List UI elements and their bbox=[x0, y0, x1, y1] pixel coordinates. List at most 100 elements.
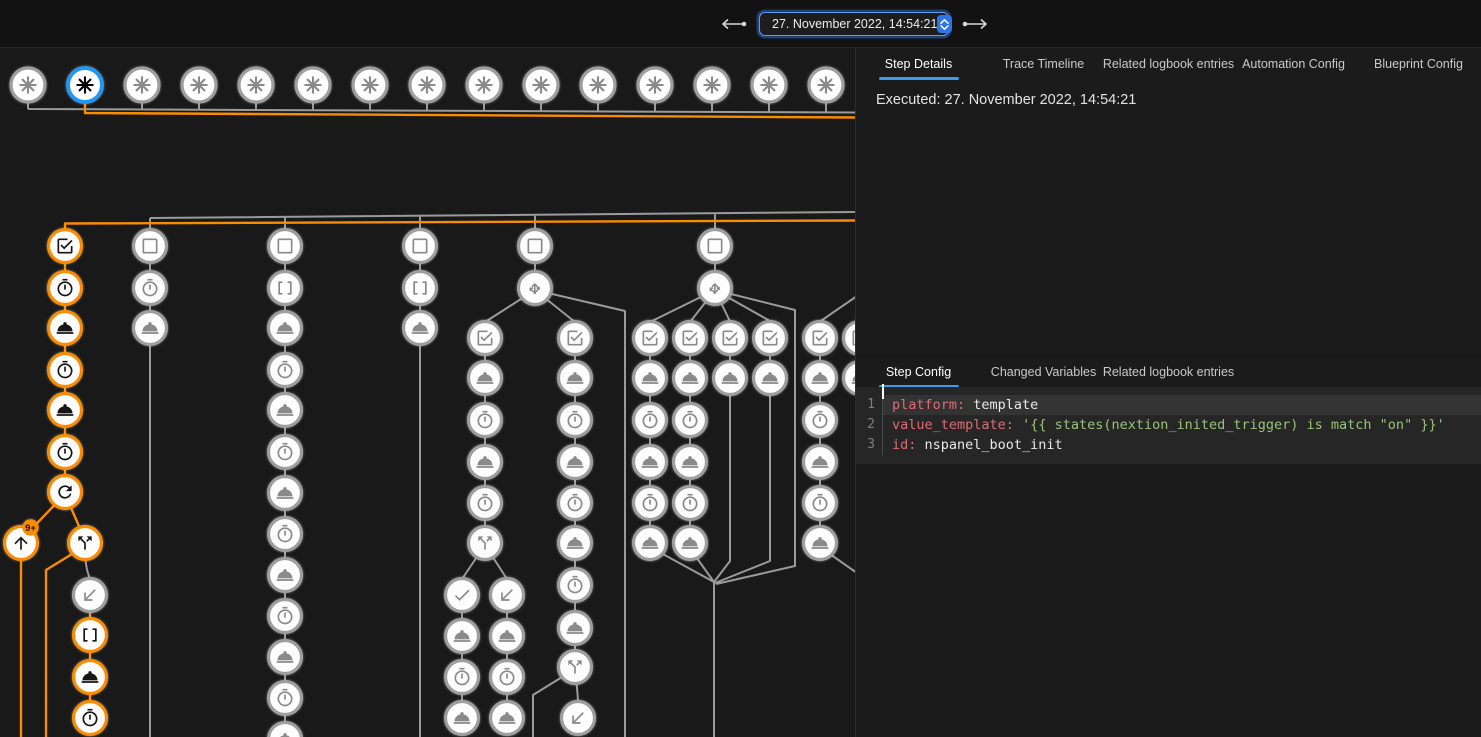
condition-node[interactable] bbox=[404, 230, 437, 263]
call-split-node[interactable] bbox=[469, 527, 502, 560]
service-call-node[interactable] bbox=[634, 446, 667, 479]
delay-node[interactable] bbox=[74, 702, 107, 735]
service-call-node[interactable] bbox=[269, 394, 302, 427]
trigger-node[interactable] bbox=[68, 68, 102, 102]
service-call-node[interactable] bbox=[674, 527, 707, 560]
service-call-node[interactable] bbox=[446, 620, 479, 653]
service-call-node[interactable] bbox=[491, 702, 524, 735]
delay-node[interactable] bbox=[469, 404, 502, 437]
service-call-node[interactable] bbox=[404, 312, 437, 345]
condition-pass-node[interactable] bbox=[559, 322, 592, 355]
service-call-node[interactable] bbox=[559, 612, 592, 645]
code-line[interactable]: 3id: nspanel_boot_init bbox=[856, 435, 1481, 455]
delay-node[interactable] bbox=[634, 487, 667, 520]
service-call-node[interactable] bbox=[74, 661, 107, 694]
trigger-node[interactable] bbox=[524, 68, 558, 102]
service-call-node[interactable] bbox=[559, 362, 592, 395]
delay-node[interactable] bbox=[559, 569, 592, 602]
service-call-node[interactable] bbox=[269, 723, 302, 737]
service-call-node[interactable] bbox=[559, 527, 592, 560]
next-trace-arrow-button[interactable] bbox=[961, 18, 989, 30]
tab-step-config[interactable]: Step Config bbox=[856, 356, 981, 388]
condition-pass-node[interactable] bbox=[49, 230, 82, 263]
tab-step-details[interactable]: Step Details bbox=[856, 48, 981, 80]
trigger-node[interactable] bbox=[239, 68, 273, 102]
condition-pass-node[interactable] bbox=[804, 322, 837, 355]
trigger-node[interactable] bbox=[353, 68, 387, 102]
choose-node[interactable] bbox=[519, 272, 552, 305]
trigger-node[interactable] bbox=[296, 68, 330, 102]
service-call-node[interactable] bbox=[469, 446, 502, 479]
condition-pass-node[interactable] bbox=[714, 322, 747, 355]
service-call-node[interactable] bbox=[804, 362, 837, 395]
service-call-node[interactable] bbox=[269, 312, 302, 345]
trigger-node[interactable] bbox=[695, 68, 729, 102]
call-split-node[interactable] bbox=[559, 651, 592, 684]
condition-node[interactable] bbox=[519, 230, 552, 263]
trigger-node[interactable] bbox=[410, 68, 444, 102]
return-node[interactable] bbox=[562, 702, 595, 735]
service-call-node[interactable] bbox=[634, 527, 667, 560]
trigger-node[interactable] bbox=[809, 68, 843, 102]
option-pass-node[interactable] bbox=[446, 579, 479, 612]
delay-node[interactable] bbox=[269, 682, 302, 715]
delay-node[interactable] bbox=[634, 404, 667, 437]
tab-changed-variables[interactable]: Changed Variables bbox=[981, 356, 1106, 388]
service-call-node[interactable] bbox=[491, 620, 524, 653]
condition-pass-node[interactable] bbox=[754, 322, 787, 355]
trigger-node[interactable] bbox=[467, 68, 501, 102]
condition-node[interactable] bbox=[269, 230, 302, 263]
service-call-node[interactable] bbox=[559, 446, 592, 479]
condition-node[interactable] bbox=[134, 230, 167, 263]
repeat-node[interactable] bbox=[49, 476, 82, 509]
previous-trace-arrow-button[interactable] bbox=[720, 18, 748, 30]
service-call-node[interactable] bbox=[804, 446, 837, 479]
condition-node[interactable] bbox=[699, 230, 732, 263]
delay-node[interactable] bbox=[269, 600, 302, 633]
service-call-node[interactable] bbox=[49, 312, 82, 345]
delay-node[interactable] bbox=[49, 272, 82, 305]
code-line[interactable]: 2value_template: '{{ states(nextion_init… bbox=[856, 415, 1481, 435]
delay-node[interactable] bbox=[49, 436, 82, 469]
delay-node[interactable] bbox=[674, 487, 707, 520]
trigger-node[interactable] bbox=[182, 68, 216, 102]
condition-pass-node[interactable] bbox=[674, 322, 707, 355]
delay-node[interactable] bbox=[559, 487, 592, 520]
choose-node[interactable] bbox=[699, 272, 732, 305]
service-call-node[interactable] bbox=[134, 312, 167, 345]
delay-node[interactable] bbox=[269, 354, 302, 387]
delay-node[interactable] bbox=[804, 487, 837, 520]
delay-node[interactable] bbox=[469, 487, 502, 520]
service-call-node[interactable] bbox=[674, 362, 707, 395]
tab-trace-timeline[interactable]: Trace Timeline bbox=[981, 48, 1106, 80]
delay-node[interactable] bbox=[269, 518, 302, 551]
call-split-node[interactable] bbox=[69, 527, 102, 560]
condition-pass-node[interactable] bbox=[469, 322, 502, 355]
delay-node[interactable] bbox=[134, 272, 167, 305]
sequence-node[interactable] bbox=[404, 272, 437, 305]
service-call-node[interactable] bbox=[754, 362, 787, 395]
step-config-code-editor[interactable]: 1platform: template2value_template: '{{ … bbox=[856, 387, 1481, 464]
service-call-node[interactable] bbox=[269, 641, 302, 674]
trace-run-picker[interactable]: 27. November 2022, 14:54:21 bbox=[759, 12, 949, 36]
sequence-node[interactable] bbox=[74, 619, 107, 652]
service-call-node[interactable] bbox=[446, 702, 479, 735]
delay-node[interactable] bbox=[559, 404, 592, 437]
tab-related-logbook-entries[interactable]: Related logbook entries bbox=[1106, 48, 1231, 80]
service-call-node[interactable] bbox=[844, 362, 856, 395]
delay-node[interactable] bbox=[446, 661, 479, 694]
delay-node[interactable] bbox=[49, 354, 82, 387]
service-call-node[interactable] bbox=[674, 446, 707, 479]
delay-node[interactable] bbox=[804, 404, 837, 437]
tab-automation-config[interactable]: Automation Config bbox=[1231, 48, 1356, 80]
delay-node[interactable] bbox=[491, 661, 524, 694]
sequence-node[interactable] bbox=[269, 272, 302, 305]
trigger-node[interactable] bbox=[752, 68, 786, 102]
delay-node[interactable] bbox=[674, 404, 707, 437]
service-call-node[interactable] bbox=[714, 362, 747, 395]
delay-node[interactable] bbox=[269, 436, 302, 469]
trigger-node[interactable] bbox=[125, 68, 159, 102]
service-call-node[interactable] bbox=[49, 394, 82, 427]
service-call-node[interactable] bbox=[634, 362, 667, 395]
trigger-node[interactable] bbox=[11, 68, 45, 102]
